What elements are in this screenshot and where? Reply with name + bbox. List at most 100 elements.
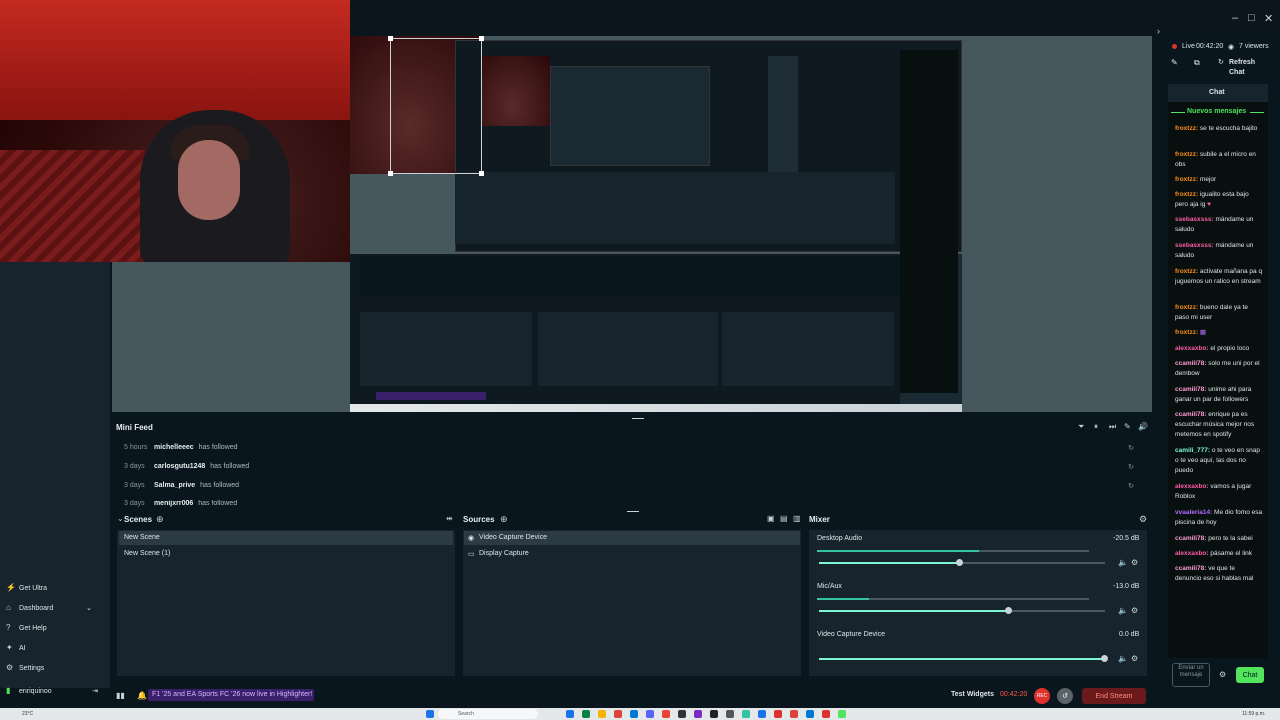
app-icon[interactable] bbox=[598, 710, 606, 718]
nav-ai[interactable]: ✦ AI bbox=[6, 644, 26, 652]
refresh-icon[interactable]: ↻ bbox=[1218, 58, 1224, 66]
app-icon[interactable] bbox=[630, 710, 638, 718]
test-widgets-button[interactable]: Test Widgets bbox=[951, 691, 994, 698]
app-icon[interactable] bbox=[710, 710, 718, 718]
edit-icon[interactable]: ✎ bbox=[1171, 58, 1178, 67]
nav-label: Dashboard bbox=[19, 604, 54, 612]
chat-message: vvaaleria14: Me dio fomo esa piscina de … bbox=[1175, 509, 1263, 526]
stream-timer: 00:42:20 bbox=[1000, 691, 1028, 698]
popout-icon[interactable]: ⧉ bbox=[1194, 58, 1200, 68]
nav-get-help[interactable]: ? Get Help bbox=[6, 624, 47, 632]
replay-icon[interactable]: ↻ bbox=[1128, 444, 1134, 452]
selection-box[interactable] bbox=[390, 38, 482, 174]
app-icon[interactable] bbox=[662, 710, 670, 718]
app-icon[interactable] bbox=[838, 710, 846, 718]
collapse-icon[interactable]: ⌄ bbox=[117, 514, 124, 523]
gear-icon[interactable]: ⚙ bbox=[1131, 606, 1138, 615]
audio-meter-level bbox=[817, 598, 869, 600]
user-account[interactable]: ▮ enriquinoo ⇥ bbox=[6, 687, 98, 696]
mixer-settings-icon[interactable]: ⚙ bbox=[1139, 514, 1147, 525]
skip-icon[interactable]: ⏭ bbox=[1109, 422, 1116, 432]
app-icon[interactable] bbox=[726, 710, 734, 718]
app-icon[interactable] bbox=[806, 710, 814, 718]
replay-icon[interactable]: ↻ bbox=[1128, 482, 1134, 490]
mini-feed: Mini Feed ⏷ ⏸ ⏭ ✎ 🔊 5 hours michelleeec … bbox=[112, 418, 1152, 510]
nav-get-ultra[interactable]: ⚡ Get Ultra bbox=[6, 584, 47, 592]
chat-message: ccamili78: pero te la sabei bbox=[1175, 535, 1253, 542]
rec-button[interactable]: REC bbox=[1034, 688, 1050, 704]
clock: 11:59 p.m. bbox=[1242, 711, 1266, 717]
heart-emote-icon: ♥ bbox=[1207, 201, 1212, 208]
scene-item[interactable]: New Scene bbox=[124, 534, 160, 541]
stream-preview[interactable] bbox=[350, 36, 962, 412]
mixer-toggle-icon[interactable]: ▥ bbox=[793, 514, 801, 523]
app-icon[interactable] bbox=[742, 710, 750, 718]
mixer-title: Mixer bbox=[809, 515, 830, 524]
volume-slider-knob[interactable] bbox=[956, 559, 963, 566]
source-item[interactable]: Video Capture Device bbox=[479, 534, 547, 541]
mute-alerts-icon[interactable]: ✎ bbox=[1124, 422, 1131, 431]
resize-handle[interactable] bbox=[627, 511, 639, 512]
refresh-chat-button[interactable]: Refresh Chat bbox=[1229, 58, 1263, 78]
volume-icon[interactable]: 🔊 bbox=[1138, 422, 1148, 431]
app-icon[interactable] bbox=[774, 710, 782, 718]
maximize-icon[interactable]: □ bbox=[1248, 12, 1255, 24]
app-icon[interactable] bbox=[646, 710, 654, 718]
source-folder-icon[interactable]: ▤ bbox=[780, 514, 788, 523]
taskbar-search[interactable] bbox=[438, 709, 538, 719]
pause-icon[interactable]: ⏸ bbox=[1094, 422, 1098, 432]
chat-input[interactable]: Enviar un mensaje bbox=[1172, 663, 1210, 687]
live-time: 00:42:20 bbox=[1196, 43, 1224, 50]
replay-icon[interactable]: ↻ bbox=[1128, 463, 1134, 471]
app-icon[interactable] bbox=[822, 710, 830, 718]
add-scene-icon[interactable]: ⊕ bbox=[156, 514, 164, 525]
replay-buffer-button[interactable]: ↺ bbox=[1057, 688, 1073, 704]
speaker-icon[interactable]: 🔈 bbox=[1118, 606, 1128, 615]
source-group-icon[interactable]: ▣ bbox=[767, 514, 775, 523]
minimize-icon[interactable]: – bbox=[1232, 12, 1238, 24]
webcam-feed bbox=[0, 0, 350, 262]
volume-slider-knob[interactable] bbox=[1101, 655, 1108, 662]
notification-icon[interactable]: 🔔 bbox=[137, 691, 147, 700]
scenes-title: Scenes bbox=[124, 515, 153, 524]
resize-handle[interactable] bbox=[632, 418, 644, 419]
scene-item[interactable]: New Scene (1) bbox=[124, 550, 170, 557]
start-icon[interactable] bbox=[426, 710, 434, 718]
gear-icon[interactable]: ⚙ bbox=[1131, 558, 1138, 567]
app-icon[interactable] bbox=[694, 710, 702, 718]
chat-settings-icon[interactable]: ⚙ bbox=[1219, 670, 1226, 679]
gear-icon[interactable]: ⚙ bbox=[1131, 654, 1138, 663]
source-item[interactable]: Display Capture bbox=[479, 550, 529, 557]
close-icon[interactable]: ✕ bbox=[1264, 12, 1273, 25]
filter-icon[interactable]: ⏷ bbox=[1078, 422, 1084, 432]
app-icon[interactable] bbox=[678, 710, 686, 718]
app-icon[interactable] bbox=[566, 710, 574, 718]
video-capture-icon: ◉ bbox=[468, 535, 475, 542]
app-icon[interactable] bbox=[758, 710, 766, 718]
chat-message: alexxaxbo: pásame el link bbox=[1175, 550, 1252, 557]
scene-transition-icon[interactable]: ⇹ bbox=[446, 514, 453, 523]
chat-message: alexxaxbo: vamos a jugar Roblox bbox=[1175, 483, 1252, 500]
chat-message: ccamili78: ve que te denuncio eso si hab… bbox=[1175, 565, 1254, 582]
speaker-icon[interactable]: 🔈 bbox=[1118, 654, 1128, 663]
chat-message: froxtzz: bueno dale ya te paso mi user bbox=[1175, 304, 1248, 321]
chevron-down-icon[interactable]: ⌄ bbox=[86, 604, 92, 612]
volume-slider-knob[interactable] bbox=[1005, 607, 1012, 614]
speaker-icon[interactable]: 🔈 bbox=[1118, 558, 1128, 567]
end-stream-button[interactable]: End Stream bbox=[1082, 688, 1146, 704]
nav-settings[interactable]: ⚙ Settings bbox=[6, 664, 44, 672]
emote-icon: ▩ bbox=[1199, 329, 1207, 336]
scene-item-selected[interactable] bbox=[119, 531, 453, 545]
app-icon[interactable] bbox=[790, 710, 798, 718]
app-icon[interactable] bbox=[614, 710, 622, 718]
collapse-chat-icon[interactable]: › bbox=[1157, 26, 1160, 36]
chat-message: froxtzz: igualito esta bajo pero aja ig … bbox=[1175, 191, 1249, 208]
send-chat-button[interactable]: Chat bbox=[1236, 667, 1264, 683]
chat-message: froxtzz: ▩ bbox=[1175, 329, 1207, 336]
mini-feed-title: Mini Feed bbox=[116, 423, 153, 432]
app-icon[interactable] bbox=[582, 710, 590, 718]
add-source-icon[interactable]: ⊕ bbox=[500, 514, 508, 525]
logout-icon[interactable]: ⇥ bbox=[92, 687, 98, 695]
nav-dashboard[interactable]: ⌂ Dashboard ⌄ bbox=[6, 604, 92, 613]
stats-icon[interactable]: ▮▮ bbox=[116, 691, 125, 700]
